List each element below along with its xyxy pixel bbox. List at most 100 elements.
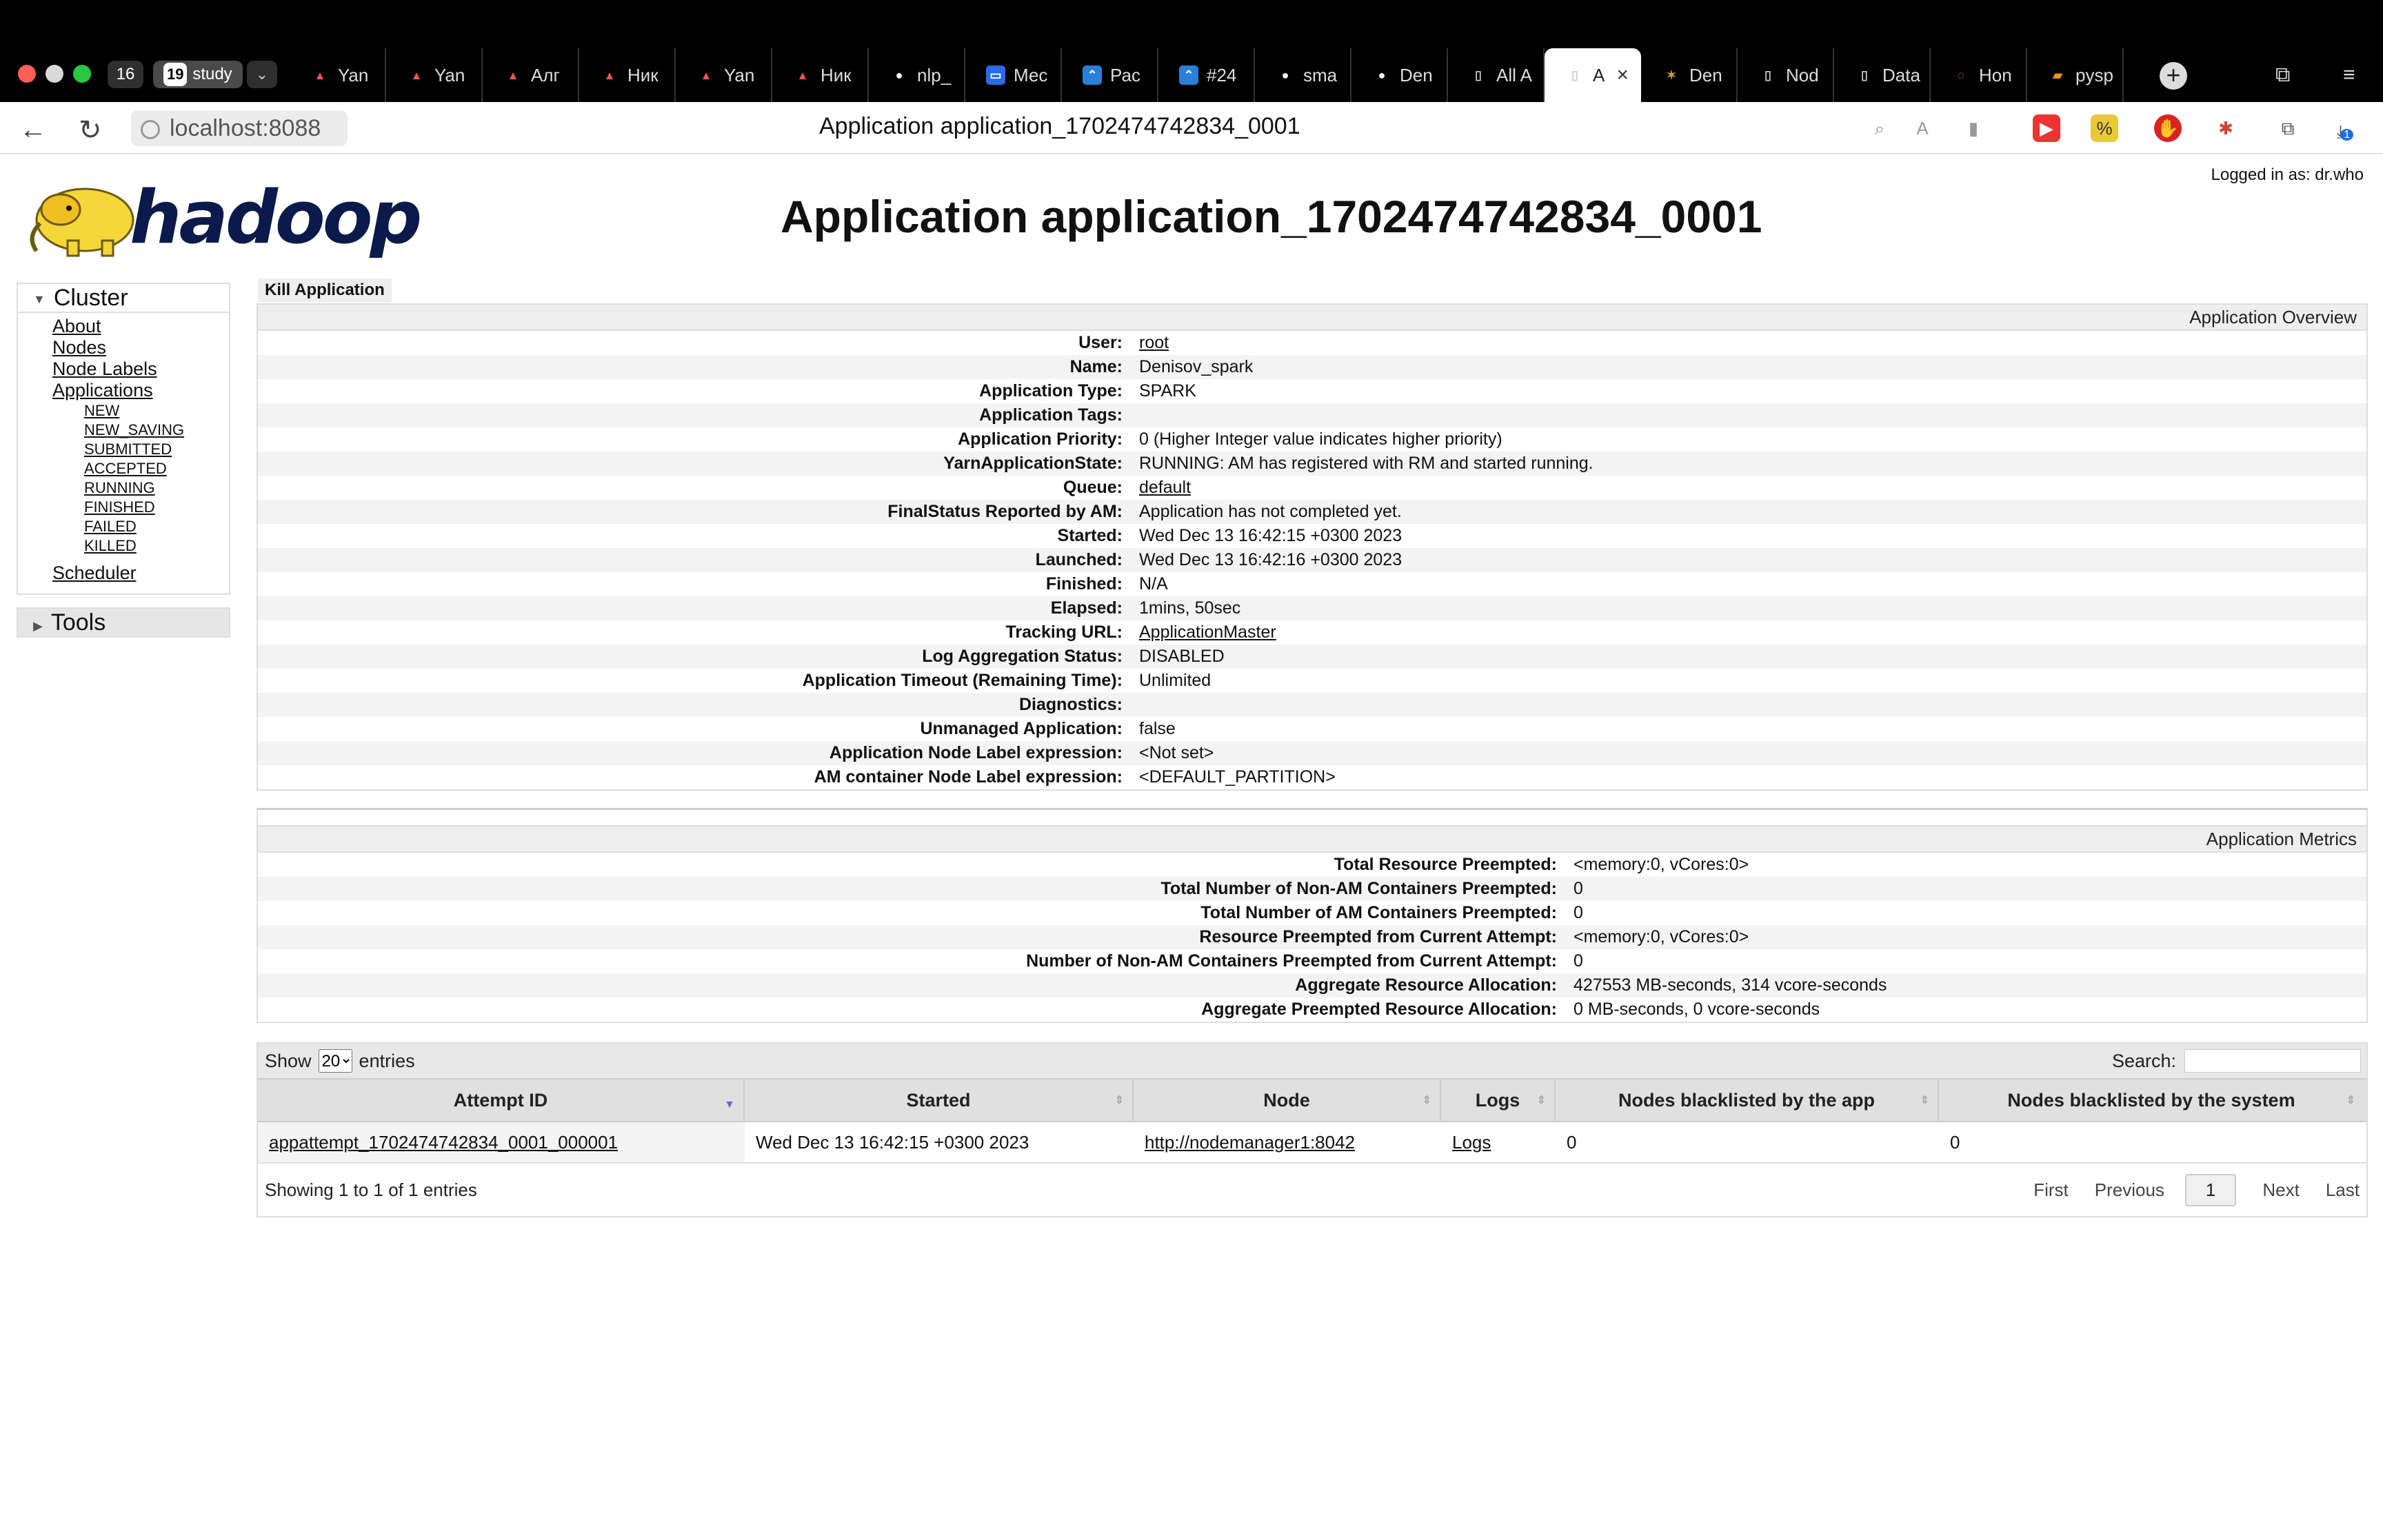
pager-last[interactable]: Last (2326, 1179, 2360, 1201)
browser-tab[interactable]: ⌃ #24 (1158, 48, 1255, 102)
info-key: Total Number of Non-AM Containers Preemp… (1160, 879, 1557, 898)
browser-tab[interactable]: ▴ Ник (579, 48, 676, 102)
browser-tab[interactable]: ◌ Hon (1931, 48, 2027, 102)
adblock-extension-icon[interactable]: ✋ (2154, 114, 2182, 142)
sidebar-state-submitted[interactable]: SUBMITTED (84, 440, 229, 459)
node-link[interactable]: http://nodemanager1:8042 (1145, 1132, 1355, 1153)
back-icon[interactable]: ← (19, 114, 47, 145)
browser-tab[interactable]: ▴ Yan (290, 48, 386, 102)
column-started[interactable]: Started ⇕ (745, 1080, 1134, 1121)
sidebar-state-failed[interactable]: FAILED (84, 517, 229, 536)
metrics-heading: Application Metrics (258, 825, 2366, 853)
tools-section[interactable]: ▶ Tools (17, 607, 230, 638)
info-row: Started: Wed Dec 13 16:42:15 +0300 2023 (258, 524, 2366, 548)
new-tab-button[interactable]: + (2160, 62, 2187, 90)
info-row: Resource Preempted from Current Attempt:… (258, 925, 2366, 949)
jupyter-icon: ◌ (1957, 68, 1965, 82)
close-tab-icon[interactable]: × (1616, 63, 1629, 87)
youtube-extension-icon[interactable]: ▶ (2033, 114, 2060, 142)
browser-tab[interactable]: ● nlp_ (869, 48, 965, 102)
column-logs[interactable]: Logs ⇕ (1441, 1080, 1556, 1121)
browser-tab[interactable]: ▭ Мес (965, 48, 1062, 102)
chevron-down-icon[interactable]: ⌄ (247, 61, 277, 88)
sidebar-state-finished[interactable]: FINISHED (84, 498, 229, 517)
info-key: Queue: (1063, 478, 1123, 497)
tab-group-study[interactable]: 19 study (153, 61, 243, 88)
tab-label: A (1593, 64, 1605, 85)
sidebar-state-accepted[interactable]: ACCEPTED (84, 459, 229, 478)
address-bar[interactable]: localhost:8088 (131, 110, 348, 146)
menu-icon[interactable]: ≡ (2343, 63, 2355, 87)
browser-tab[interactable]: ⌃ Рас (1062, 48, 1158, 102)
sidebar-state-new-saving[interactable]: NEW_SAVING (84, 421, 229, 440)
hadoop-logo[interactable]: hadoop (19, 168, 422, 260)
sidebar-state-new[interactable]: NEW (84, 401, 229, 421)
sidebar-item-applications[interactable]: Applications (52, 380, 229, 401)
entries-label: entries (359, 1050, 415, 1071)
info-value-link[interactable]: ApplicationMaster (1139, 622, 2366, 642)
extensions-icon[interactable]: ⧉ (2274, 114, 2302, 142)
site-info-icon[interactable] (141, 120, 160, 140)
browser-tab[interactable]: ▴ Ник (772, 48, 869, 102)
pager-first[interactable]: First (2033, 1179, 2069, 1201)
sidebar-item-scheduler[interactable]: Scheduler (52, 563, 229, 584)
info-value: 0 (1573, 879, 1583, 898)
translate-icon[interactable]: A (1909, 114, 1936, 142)
column-blacklisted-system[interactable]: Nodes blacklisted by the system ⇕ (1939, 1080, 2364, 1121)
tab-label: Yan (434, 64, 465, 85)
logs-link[interactable]: Logs (1452, 1132, 1491, 1153)
discount-extension-icon[interactable]: % (2091, 114, 2118, 142)
search-input[interactable] (2184, 1049, 2361, 1073)
info-key: Started: (1057, 526, 1123, 545)
browser-tab[interactable]: ▰ pysp (2027, 48, 2124, 102)
download-icon[interactable]: ⤓1 (2333, 114, 2361, 142)
info-value: Application has not completed yet. (1139, 502, 1402, 521)
pager-next[interactable]: Next (2262, 1179, 2299, 1201)
browser-tab[interactable]: ▴ Yan (676, 48, 772, 102)
info-row: FinalStatus Reported by AM: Application h… (258, 500, 2366, 524)
browser-tab[interactable]: ▯ Nod (1738, 48, 1834, 102)
browser-tab[interactable]: ● Den (1351, 48, 1448, 102)
info-value: Unlimited (1139, 671, 1211, 690)
info-row: Log Aggregation Status: DISABLED (258, 645, 2366, 669)
bug-extension-icon[interactable]: ✱ (2212, 114, 2240, 142)
column-node[interactable]: Node ⇕ (1134, 1080, 1441, 1121)
browser-tab[interactable]: ▯ Data (1834, 48, 1931, 102)
minimize-window-button[interactable] (46, 65, 63, 83)
reload-icon[interactable]: ↻ (79, 114, 102, 146)
close-window-button[interactable] (18, 65, 36, 83)
kill-application-button[interactable]: Kill Application (258, 278, 392, 302)
tab-label: Den (1400, 64, 1433, 85)
info-value: 0 (1573, 903, 1583, 922)
column-attempt-id[interactable]: Attempt ID ▼ (258, 1080, 745, 1121)
zoom-window-button[interactable] (73, 65, 91, 83)
tab-label: sma (1303, 64, 1338, 85)
info-value-link[interactable]: default (1139, 478, 2366, 498)
sidebar-item-nodes[interactable]: Nodes (52, 337, 229, 358)
browser-tab[interactable]: ▴ Алг (483, 48, 579, 102)
info-value: <memory:0, vCores:0> (1573, 855, 1749, 874)
sidebar-state-killed[interactable]: KILLED (84, 536, 229, 556)
attempt-id-link[interactable]: appattempt_1702474742834_0001_000001 (269, 1132, 618, 1153)
browser-tab[interactable]: ✶ Den (1641, 48, 1738, 102)
entries-select[interactable]: 20 (318, 1049, 352, 1073)
bookmark-icon[interactable]: ▮ (1960, 114, 1987, 142)
sidebar-item-about[interactable]: About (52, 316, 229, 337)
browser-tab[interactable]: ▯ All A (1448, 48, 1545, 102)
browser-tab[interactable]: ● sma (1255, 48, 1351, 102)
info-value-link[interactable]: root (1139, 333, 2366, 353)
tab-count-badge[interactable]: 16 (108, 61, 143, 88)
info-row: Application Timeout (Remaining Time): Unl… (258, 669, 2366, 693)
sidebar-state-running[interactable]: RUNNING (84, 478, 229, 498)
browser-tab[interactable]: ▴ Yan (386, 48, 483, 102)
tab-search-icon[interactable]: ⧉ (2275, 63, 2290, 87)
sidebar-item-node-labels[interactable]: Node Labels (52, 358, 229, 380)
zoom-icon[interactable]: ⌕ (1866, 114, 1893, 142)
browser-tab[interactable]: ▯ A × (1545, 48, 1641, 102)
pager-previous[interactable]: Previous (2095, 1179, 2164, 1201)
column-blacklisted-app[interactable]: Nodes blacklisted by the app ⇕ (1556, 1080, 1939, 1121)
logged-in-text: Logged in as: dr.who (2211, 165, 2364, 184)
info-row: Finished: N/A (258, 572, 2366, 596)
cluster-header[interactable]: ▼ Cluster (18, 284, 229, 313)
pager-page-1[interactable]: 1 (2184, 1173, 2237, 1206)
